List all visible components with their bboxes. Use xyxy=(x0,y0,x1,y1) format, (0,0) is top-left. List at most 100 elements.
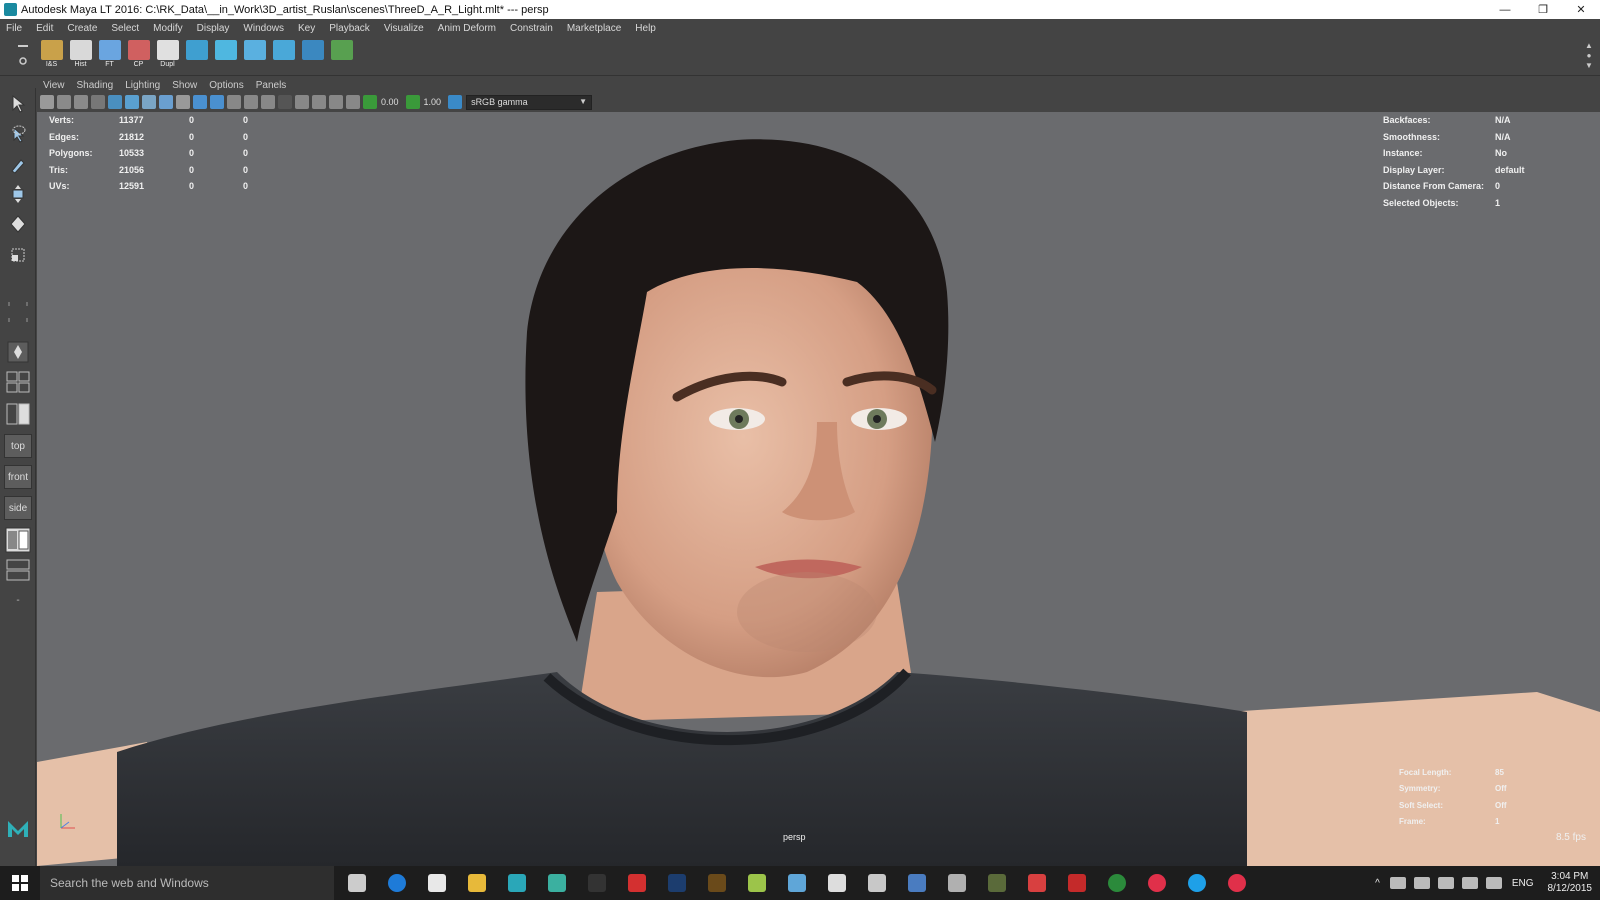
view-side-button[interactable]: side xyxy=(4,496,32,520)
shelf-tool-7-button[interactable] xyxy=(212,40,239,73)
taskbar-app-task-view[interactable] xyxy=(340,866,374,900)
view-top-button[interactable]: top xyxy=(4,434,32,458)
taskbar-app-maya[interactable] xyxy=(500,866,534,900)
network-icon[interactable] xyxy=(1413,877,1430,889)
toolbox-more-icon[interactable]: - xyxy=(5,588,31,612)
wireframe-icon[interactable] xyxy=(108,95,122,109)
tray-chevron-up-icon[interactable]: ^ xyxy=(1375,878,1380,889)
input-language[interactable]: ENG xyxy=(1512,878,1534,889)
menu-display[interactable]: Display xyxy=(197,23,230,34)
paint-select-tool-icon[interactable] xyxy=(5,152,31,176)
camera-attributes-icon[interactable] xyxy=(57,95,71,109)
shelf-center-pivot-button[interactable]: CP xyxy=(125,40,152,73)
menu-select[interactable]: Select xyxy=(111,23,139,34)
menu-visualize[interactable]: Visualize xyxy=(384,23,424,34)
taskbar-app-maya-lt[interactable] xyxy=(540,866,574,900)
resolution-gate-icon[interactable] xyxy=(346,95,360,109)
view-transform-select[interactable]: sRGB gamma ▼ xyxy=(466,94,593,110)
panel-menu-panels[interactable]: Panels xyxy=(256,80,287,91)
shelf-import-settings-button[interactable]: I&S xyxy=(38,40,65,73)
taskbar-app-skype[interactable] xyxy=(1180,866,1214,900)
taskbar-app-acrobat[interactable] xyxy=(620,866,654,900)
taskbar-app-filezilla[interactable] xyxy=(1060,866,1094,900)
menu-marketplace[interactable]: Marketplace xyxy=(567,23,621,34)
view-front-button[interactable]: front xyxy=(4,465,32,489)
four-panel-layout-icon[interactable] xyxy=(5,370,31,394)
scale-tool-icon[interactable] xyxy=(5,244,31,268)
color-management-icon[interactable] xyxy=(448,95,463,109)
camera-select-icon[interactable] xyxy=(40,95,54,109)
panel-menu-lighting[interactable]: Lighting xyxy=(125,80,160,91)
taskbar-app-edge[interactable] xyxy=(380,866,414,900)
taskbar-app-epic[interactable] xyxy=(580,866,614,900)
ambient-occlusion-icon[interactable] xyxy=(227,95,241,109)
xray-active-icon[interactable] xyxy=(329,95,343,109)
close-button[interactable]: ✕ xyxy=(1562,0,1600,19)
shelf-tool-11-button[interactable] xyxy=(328,40,355,73)
taskbar-app-calculator[interactable] xyxy=(820,866,854,900)
keyboard-icon[interactable] xyxy=(1485,877,1502,889)
taskbar-app-app-dark[interactable] xyxy=(980,866,1014,900)
volume-icon[interactable] xyxy=(1437,877,1454,889)
taskbar-app-explorer[interactable] xyxy=(460,866,494,900)
menu-windows[interactable]: Windows xyxy=(243,23,284,34)
taskbar-app-app-printer[interactable] xyxy=(940,866,974,900)
graph-layout-icon[interactable] xyxy=(5,558,31,582)
menu-help[interactable]: Help xyxy=(635,23,656,34)
menu-playback[interactable]: Playback xyxy=(329,23,370,34)
taskbar-app-notepad[interactable] xyxy=(740,866,774,900)
menu-constrain[interactable]: Constrain xyxy=(510,23,553,34)
menu-anim-deform[interactable]: Anim Deform xyxy=(438,23,496,34)
shelf-duplicate-button[interactable]: Dupl xyxy=(154,40,181,73)
persp-outliner-layout-icon[interactable] xyxy=(5,527,31,553)
move-tool-icon[interactable] xyxy=(5,182,31,206)
panel-menu-view[interactable]: View xyxy=(43,80,65,91)
battery-icon[interactable] xyxy=(1389,877,1406,889)
clock[interactable]: 3:04 PM 8/12/2015 xyxy=(1548,871,1593,895)
bookmarks-icon[interactable] xyxy=(74,95,88,109)
panel-menu-shading[interactable]: Shading xyxy=(77,80,114,91)
menu-key[interactable]: Key xyxy=(298,23,315,34)
shelf-options-icon[interactable] xyxy=(14,41,32,71)
title-bar[interactable]: Autodesk Maya LT 2016: C:\RK_Data\__in_W… xyxy=(0,0,1600,19)
xray-icon[interactable] xyxy=(176,95,190,109)
grid-icon[interactable] xyxy=(91,95,105,109)
gamma-icon[interactable] xyxy=(405,95,420,109)
taskbar-app-app-blue[interactable] xyxy=(780,866,814,900)
action-center-icon[interactable] xyxy=(1461,877,1478,889)
shelf-freeze-transforms-button[interactable]: FT xyxy=(96,40,123,73)
taskbar-app-app-green[interactable] xyxy=(1100,866,1134,900)
lights-icon[interactable] xyxy=(193,95,207,109)
gamma-field[interactable]: 1.00 xyxy=(424,97,442,107)
antialiasing-icon[interactable] xyxy=(261,95,275,109)
taskbar-app-app-globe[interactable] xyxy=(860,866,894,900)
wireframe-on-shaded-icon[interactable] xyxy=(142,95,156,109)
taskbar-app-mail[interactable] xyxy=(420,866,454,900)
panel-menu-show[interactable]: Show xyxy=(172,80,197,91)
shelf-tool-10-button[interactable] xyxy=(299,40,326,73)
exposure-icon[interactable] xyxy=(363,95,377,109)
shelf-history-button[interactable]: Hist xyxy=(67,40,94,73)
smooth-shade-icon[interactable] xyxy=(125,95,139,109)
start-button[interactable] xyxy=(0,866,40,900)
taskbar-app-app-monitor[interactable] xyxy=(900,866,934,900)
taskbar-app-itunes[interactable] xyxy=(1140,866,1174,900)
taskbar-app-bridge[interactable] xyxy=(700,866,734,900)
panel-menu-options[interactable]: Options xyxy=(209,80,243,91)
select-tool-icon[interactable] xyxy=(5,92,31,116)
textured-icon[interactable] xyxy=(159,95,173,109)
shelf-tool-8-button[interactable] xyxy=(241,40,268,73)
taskbar-app-itunes-2[interactable] xyxy=(1220,866,1254,900)
menu-edit[interactable]: Edit xyxy=(36,23,53,34)
two-panel-layout-icon[interactable] xyxy=(5,402,31,426)
lasso-tool-icon[interactable] xyxy=(5,122,31,146)
menu-create[interactable]: Create xyxy=(67,23,97,34)
depth-of-field-icon[interactable] xyxy=(278,95,292,109)
taskbar-app-photoshop[interactable] xyxy=(660,866,694,900)
xray-joints-icon[interactable] xyxy=(312,95,326,109)
shelf-tool-9-button[interactable] xyxy=(270,40,297,73)
menu-file[interactable]: File xyxy=(6,23,22,34)
minimize-button[interactable]: — xyxy=(1486,0,1524,19)
isolate-select-icon[interactable] xyxy=(295,95,309,109)
shadows-icon[interactable] xyxy=(210,95,224,109)
